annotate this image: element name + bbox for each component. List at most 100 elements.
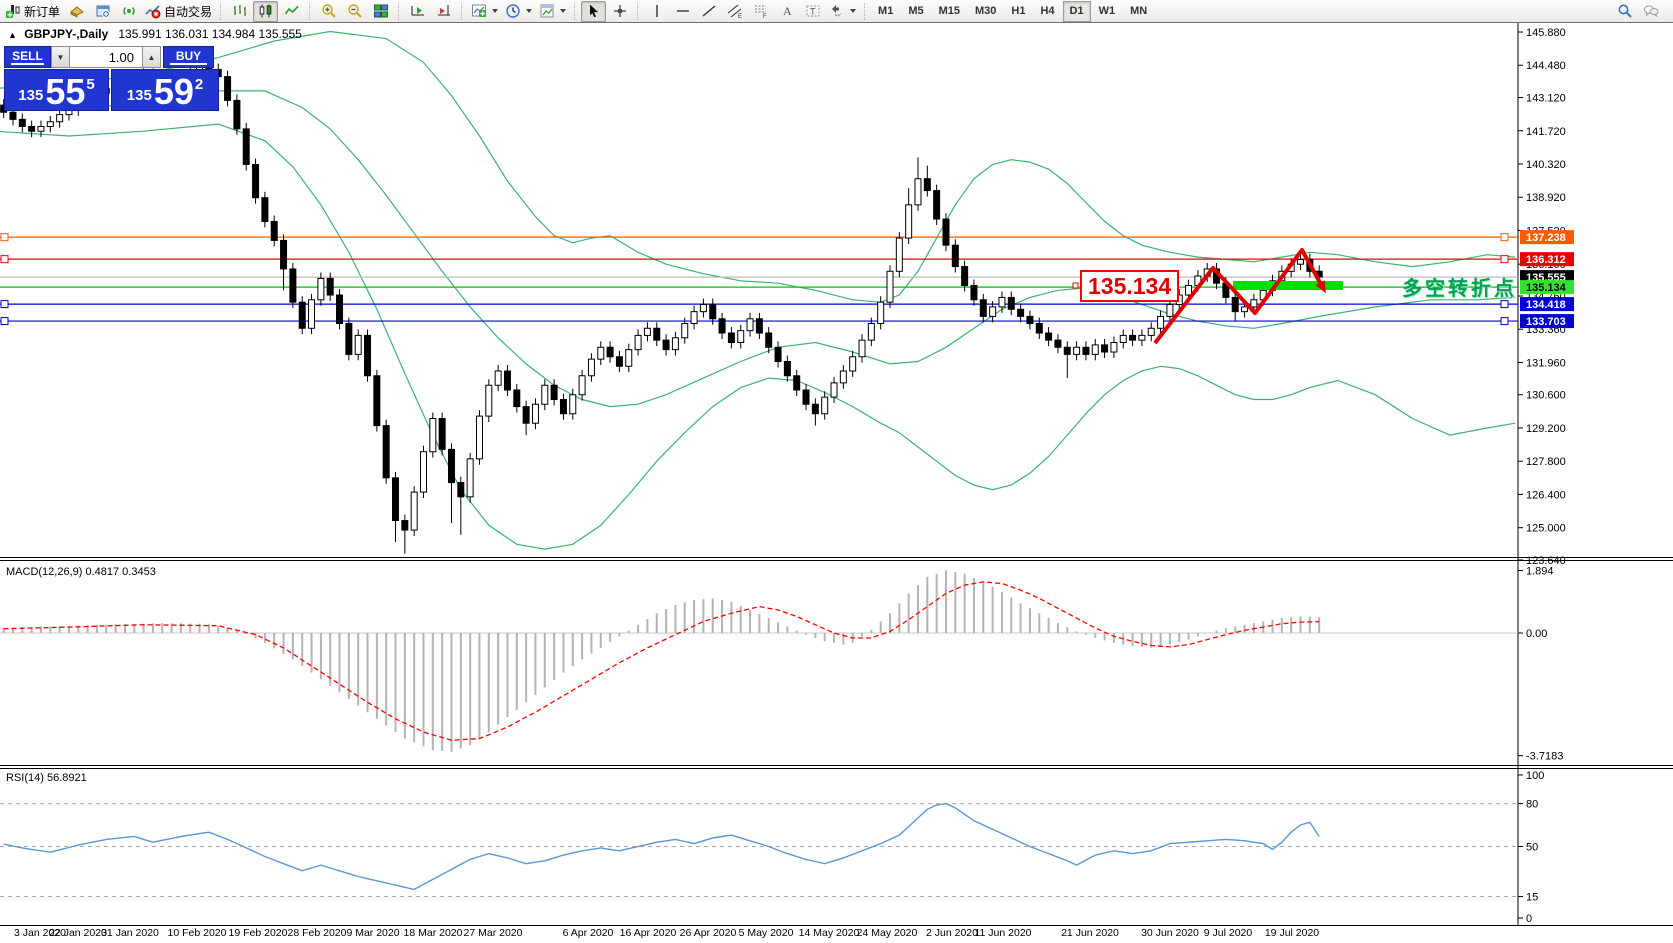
date-label: 6 Apr 2020 <box>563 927 614 939</box>
new-window-button[interactable] <box>90 1 115 22</box>
auto-scroll-icon <box>410 3 426 19</box>
toolbar-separator <box>864 3 866 20</box>
date-label: 30 Jun 2020 <box>1141 927 1199 939</box>
volume-decrease-button[interactable]: ▼ <box>51 46 70 68</box>
zoom-out-button[interactable] <box>342 1 367 22</box>
svg-text:T: T <box>810 7 816 17</box>
zoom-in-button[interactable] <box>316 1 341 22</box>
auto-scroll-button[interactable] <box>405 1 430 22</box>
candle-down <box>383 420 389 484</box>
toolbar-separator <box>398 3 400 20</box>
indicators-icon <box>471 3 487 19</box>
toolbar-separator <box>461 3 463 20</box>
search-button[interactable] <box>1612 1 1637 22</box>
auto-trading-button[interactable]: 自动交易 <box>142 1 215 22</box>
text-button[interactable]: A <box>774 1 799 22</box>
tab-timeframe-w1[interactable]: W1 <box>1092 1 1123 22</box>
tile-windows-button[interactable] <box>368 1 393 22</box>
candlestick-chart-button[interactable] <box>253 1 278 22</box>
vertical-line-button[interactable] <box>644 1 669 22</box>
tab-timeframe-m1[interactable]: M1 <box>871 1 900 22</box>
chart-shift-icon <box>436 3 452 19</box>
date-label: 19 Jul 2020 <box>1265 927 1319 939</box>
axis-label: -3.7183 <box>1526 751 1563 763</box>
line-handle[interactable] <box>1 301 8 308</box>
annotation-anchor <box>1073 283 1078 288</box>
chevron-down-icon <box>850 9 856 13</box>
candle-up <box>887 265 893 308</box>
toolbar-separator <box>574 3 576 20</box>
candle-up <box>486 379 492 422</box>
line-handle[interactable] <box>1 318 8 325</box>
sell-button[interactable]: SELL <box>4 46 51 68</box>
periods-button[interactable] <box>502 1 535 22</box>
equidistant-channel-button[interactable]: E <box>722 1 747 22</box>
macd-indicator-label: MACD(12,26,9) 0.4817 0.3453 <box>6 566 156 578</box>
candle-up <box>430 413 436 458</box>
line-handle[interactable] <box>1501 301 1508 308</box>
line-handle[interactable] <box>1501 256 1508 263</box>
chevron-down-icon <box>492 9 498 13</box>
crosshair-icon <box>612 3 628 19</box>
date-label: 5 May 2020 <box>739 927 794 939</box>
candle-down <box>943 213 949 251</box>
signals-button[interactable] <box>116 1 141 22</box>
tab-timeframe-m5[interactable]: M5 <box>901 1 930 22</box>
new-order-button[interactable]: 新订单 <box>2 1 63 22</box>
highlight-bar[interactable] <box>1233 281 1343 290</box>
toolbar-separator <box>637 3 639 20</box>
line-chart-button[interactable] <box>279 1 304 22</box>
sell-price-prefix: 135 <box>18 87 43 104</box>
arrows-button[interactable] <box>826 1 859 22</box>
new-window-icon <box>95 3 111 19</box>
text-label-button[interactable]: T <box>800 1 825 22</box>
toolbar: 新订单 自动交易 <box>0 0 1673 23</box>
trendline-button[interactable] <box>696 1 721 22</box>
buy-button[interactable]: BUY <box>163 46 214 68</box>
chevron-down-icon <box>526 9 532 13</box>
bar-chart-button[interactable] <box>227 1 252 22</box>
line-handle[interactable] <box>1 234 8 241</box>
tab-timeframe-h1[interactable]: H1 <box>1004 1 1032 22</box>
chart-canvas[interactable]: 145.880144.480143.120141.720140.320138.9… <box>0 0 1673 943</box>
date-label: 16 Apr 2020 <box>620 927 677 939</box>
volume-increase-button[interactable]: ▲ <box>142 46 161 68</box>
date-label: 9 Mar 2020 <box>346 927 399 939</box>
date-label: 27 Mar 2020 <box>464 927 523 939</box>
horizontal-line-button[interactable] <box>670 1 695 22</box>
clock-icon <box>505 3 521 19</box>
sell-price[interactable]: 135 55 5 <box>4 69 109 111</box>
candlestick-chart-icon <box>258 3 274 19</box>
chat-button[interactable] <box>1638 1 1663 22</box>
tab-timeframe-d1[interactable]: D1 <box>1063 1 1091 22</box>
tab-timeframe-m15[interactable]: M15 <box>932 1 967 22</box>
axis-label: 143.120 <box>1526 93 1566 105</box>
templates-button[interactable] <box>536 1 569 22</box>
crosshair-button[interactable] <box>607 1 632 22</box>
price-annotation-box[interactable]: 135.134 <box>1080 270 1179 302</box>
date-label: 24 May 2020 <box>857 927 918 939</box>
turning-point-label[interactable]: 多空转折点 <box>1402 272 1517 301</box>
volume-input[interactable]: 1.00 <box>70 46 142 68</box>
buy-price[interactable]: 135 59 2 <box>111 69 219 111</box>
line-handle[interactable] <box>1501 318 1508 325</box>
chart-shift-button[interactable] <box>431 1 456 22</box>
price-line-label: 135.134 <box>1526 282 1567 294</box>
fibonacci-button[interactable]: F <box>748 1 773 22</box>
line-handle[interactable] <box>1 256 8 263</box>
buy-price-big: 59 <box>154 77 194 107</box>
sell-price-big: 55 <box>45 77 85 107</box>
cursor-button[interactable] <box>581 1 606 22</box>
axis-label: 1.894 <box>1526 565 1554 577</box>
indicators-button[interactable] <box>468 1 501 22</box>
layouts-button[interactable] <box>64 1 89 22</box>
tab-timeframe-m30[interactable]: M30 <box>968 1 1003 22</box>
tab-timeframe-h4[interactable]: H4 <box>1033 1 1061 22</box>
arrows-icon <box>829 3 845 19</box>
chart-title: ▲ GBPJPY-,Daily 135.991 136.031 134.984 … <box>8 27 302 41</box>
line-handle[interactable] <box>1501 234 1508 241</box>
tab-timeframe-mn[interactable]: MN <box>1123 1 1154 22</box>
axis-label: 125.000 <box>1526 523 1566 535</box>
candle-down <box>365 329 371 381</box>
price-line-label: 134.418 <box>1526 299 1566 311</box>
